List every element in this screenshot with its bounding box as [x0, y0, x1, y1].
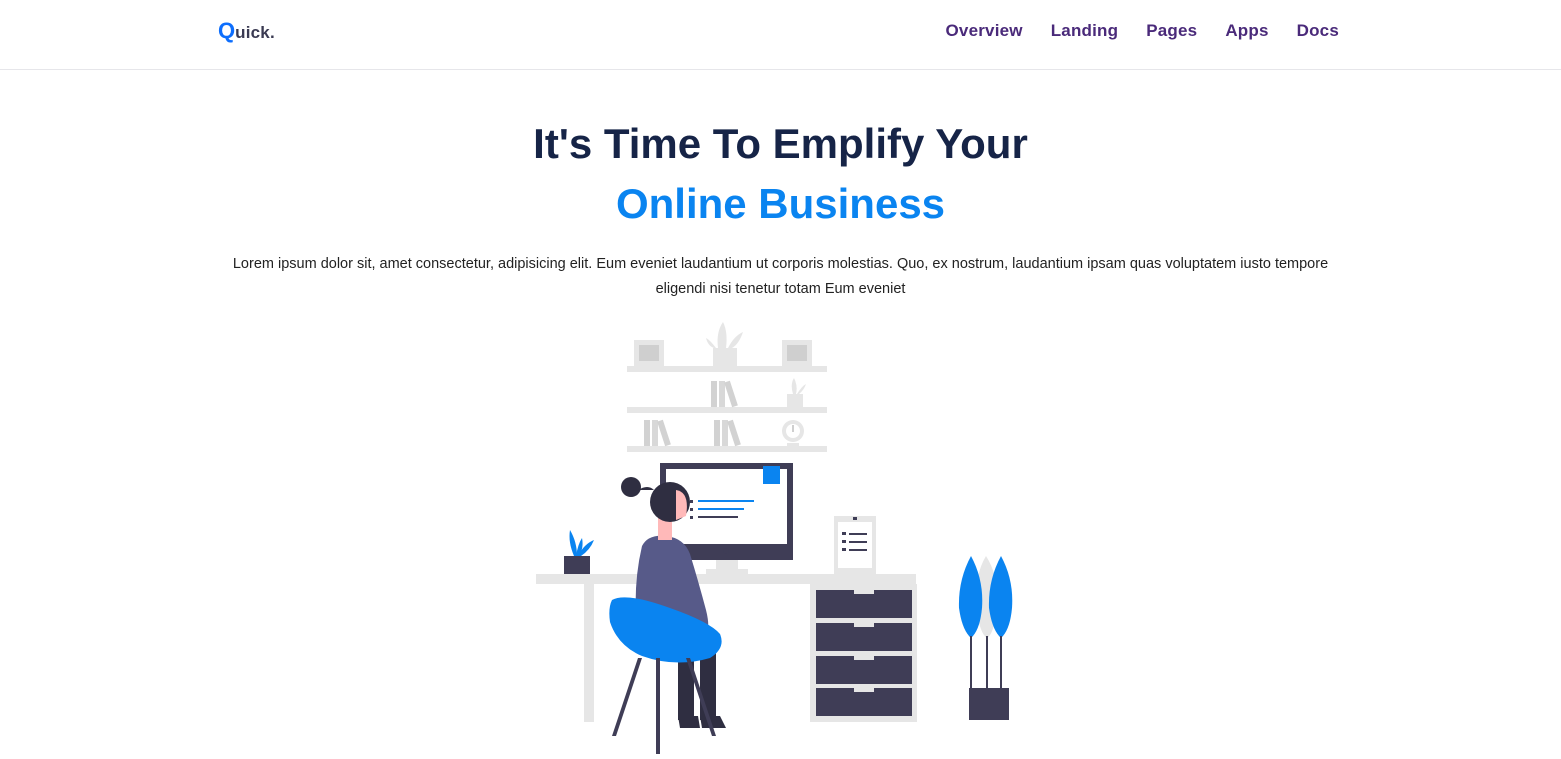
clipboard-icon — [834, 516, 876, 574]
top-navbar: Q uick. Overview Landing Pages Apps Docs — [0, 0, 1561, 70]
nav-item-apps[interactable]: Apps — [1225, 21, 1268, 41]
main-nav: Overview Landing Pages Apps Docs — [918, 21, 1340, 41]
hero-title-line2: Online Business — [615, 180, 946, 227]
logo-q-letter: Q — [218, 18, 236, 43]
desk-icon — [536, 574, 917, 722]
brand-logo[interactable]: Q uick. — [218, 18, 275, 44]
nav-item-landing[interactable]: Landing — [1051, 21, 1119, 41]
logo-text: uick. — [235, 23, 275, 42]
bookshelf-icon — [627, 322, 827, 452]
woman-at-desk-illustration — [530, 318, 1030, 754]
hero-title-line1: It's Time To Emplify Your — [533, 120, 1028, 167]
floor-plant-icon — [958, 556, 1013, 720]
hero-title: It's Time To Emplify Your Online Busines… — [0, 114, 1561, 234]
hero-description: Lorem ipsum dolor sit, amet consectetur,… — [232, 256, 1329, 297]
nav-item-overview[interactable]: Overview — [946, 21, 1023, 41]
desk-plant-icon — [564, 530, 594, 574]
nav-item-pages[interactable]: Pages — [1146, 21, 1197, 41]
nav-item-docs[interactable]: Docs — [1297, 21, 1339, 41]
